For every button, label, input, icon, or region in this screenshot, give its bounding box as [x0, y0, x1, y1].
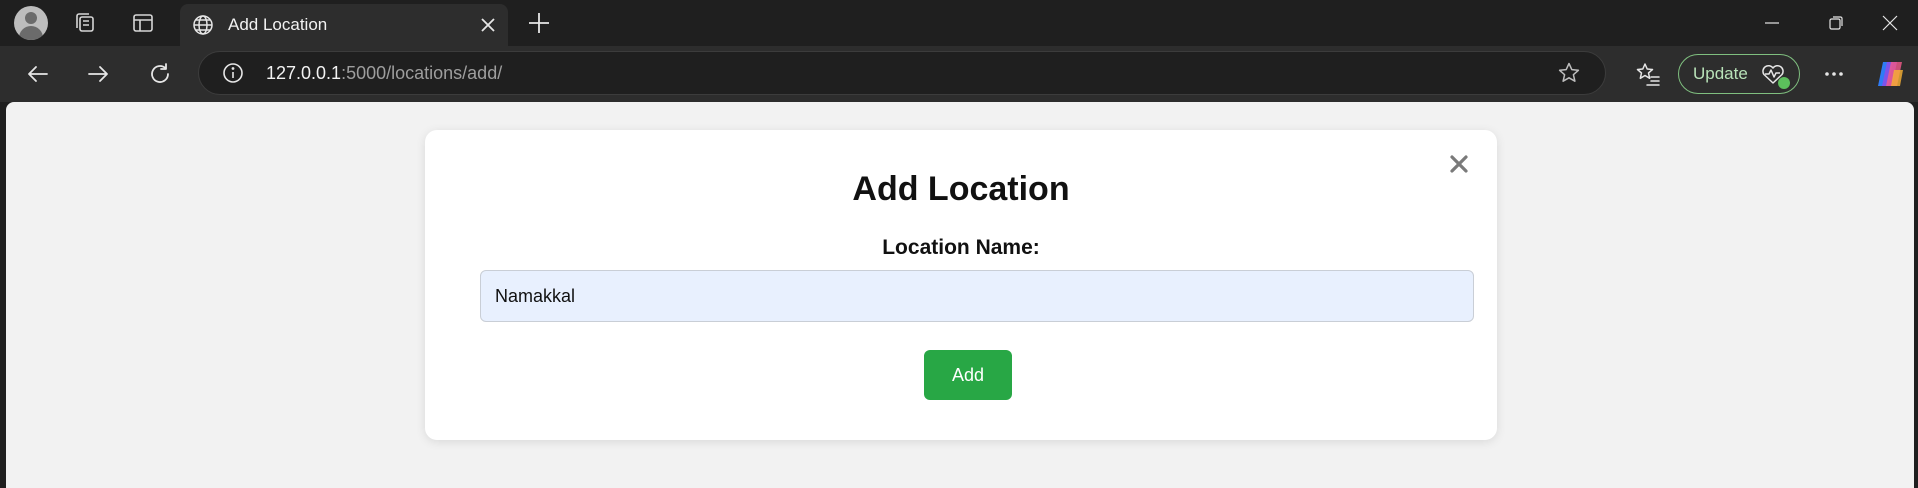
url-text[interactable]: 127.0.0.1:5000/locations/add/ — [266, 63, 1551, 84]
tab-title: Add Location — [228, 15, 328, 34]
favorites-button[interactable] — [1628, 54, 1668, 94]
vertical-tabs-button[interactable] — [120, 0, 166, 46]
restore-icon — [1829, 16, 1843, 30]
browser-essentials-icon — [1760, 62, 1790, 89]
reload-icon — [151, 63, 169, 83]
tab-add-location[interactable]: Add Location — [180, 4, 508, 46]
tab-strip: Add Location — [0, 0, 1918, 46]
tab-actions-icon — [133, 14, 153, 32]
plus-icon — [529, 13, 549, 33]
reload-button[interactable] — [140, 54, 180, 94]
location-name-input[interactable] — [480, 270, 1474, 322]
add-button[interactable]: Add — [924, 350, 1012, 400]
info-icon — [223, 63, 243, 83]
page-viewport: Add Location Location Name: Add — [6, 102, 1914, 488]
favorites-list-icon — [1636, 63, 1660, 86]
add-location-card: Add Location Location Name: Add — [425, 130, 1497, 440]
close-icon — [1882, 15, 1898, 31]
favorite-button[interactable] — [1551, 55, 1587, 91]
address-bar[interactable]: 127.0.0.1:5000/locations/add/ — [198, 51, 1606, 95]
workspaces-icon — [76, 13, 94, 32]
minimize-button[interactable] — [1742, 0, 1802, 46]
forward-button[interactable] — [78, 54, 118, 94]
more-horizontal-icon — [1825, 72, 1843, 76]
back-button[interactable] — [18, 54, 58, 94]
url-path: :5000/locations/add/ — [341, 62, 503, 83]
update-button[interactable]: Update — [1678, 54, 1800, 94]
settings-more-button[interactable] — [1814, 54, 1854, 94]
browser-toolbar: 127.0.0.1:5000/locations/add/ Update — [0, 46, 1918, 102]
minimize-icon — [1765, 22, 1779, 24]
site-info-button[interactable] — [218, 58, 248, 88]
update-label: Update — [1693, 64, 1748, 83]
avatar-icon — [14, 6, 48, 40]
restore-button[interactable] — [1806, 0, 1866, 46]
profile-button[interactable] — [8, 0, 54, 46]
globe-icon — [193, 15, 213, 35]
star-icon — [1558, 62, 1580, 82]
page-title: Add Location — [852, 170, 1070, 208]
close-icon — [481, 18, 495, 32]
arrow-right-icon — [88, 66, 108, 82]
location-name-label: Location Name: — [882, 236, 1040, 259]
copilot-icon — [1878, 62, 1903, 86]
tab-close-button[interactable] — [470, 7, 506, 43]
copilot-button[interactable] — [1870, 54, 1910, 94]
new-tab-button[interactable] — [516, 0, 562, 46]
arrow-left-icon — [28, 66, 48, 82]
url-host: 127.0.0.1 — [266, 62, 342, 83]
workspaces-button[interactable] — [62, 0, 108, 46]
window-close-button[interactable] — [1862, 0, 1918, 46]
